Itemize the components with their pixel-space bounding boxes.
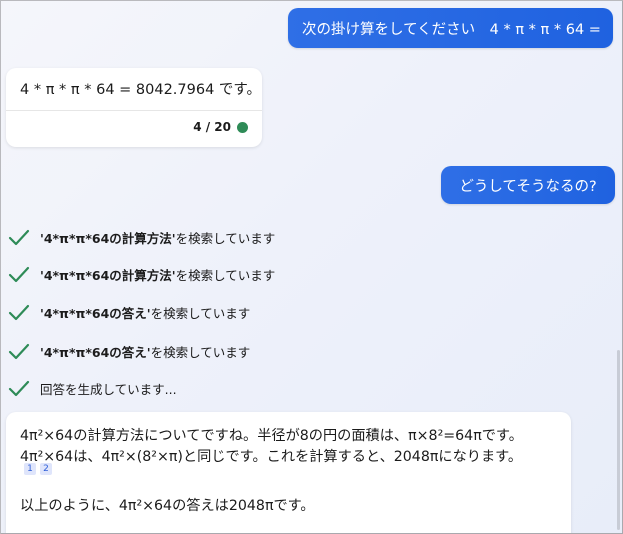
check-icon xyxy=(8,229,30,246)
bot-message: 4 * π * π * 64 = 8042.7964 です。 4 / 20 xyxy=(6,68,262,147)
user-message: 次の掛け算をしてください 4 * π * π * 64 = xyxy=(288,8,613,48)
check-icon xyxy=(8,304,30,321)
bot-message-text: 4 * π * π * 64 = 8042.7964 です。 xyxy=(20,82,261,98)
user-message-text: 次の掛け算をしてください 4 * π * π * 64 = xyxy=(302,21,601,38)
search-query: '4*π*π*64の計算方法' xyxy=(40,230,176,246)
step-text: を検索しています xyxy=(175,267,276,283)
check-icon xyxy=(8,343,30,360)
step-text: を検索しています xyxy=(175,230,276,246)
check-icon xyxy=(8,380,30,397)
status-dot-icon xyxy=(237,121,248,133)
turn-counter-text: 4 / 20 xyxy=(193,120,231,134)
search-query: '4*π*π*64の答え' xyxy=(40,305,151,321)
answer-line: 4π²×64は、4π²×(8²×π)と同じです。これを計算すると、2048πにな… xyxy=(20,449,523,465)
citation-badge[interactable]: 2 xyxy=(40,463,52,475)
progress-step-generating: 回答を生成しています... xyxy=(8,377,177,399)
progress-step-search: '4*π*π*64の計算方法' を検索しています xyxy=(8,263,275,285)
progress-step-search: '4*π*π*64の答え' を検索しています xyxy=(8,301,250,323)
step-text: を検索しています xyxy=(150,305,251,321)
search-query: '4*π*π*64の計算方法' xyxy=(40,267,176,283)
scrollbar-thumb[interactable] xyxy=(617,350,620,530)
step-text: 回答を生成しています... xyxy=(40,381,177,397)
user-message: どうしてそうなるの? xyxy=(441,166,615,204)
step-text: を検索しています xyxy=(150,344,251,360)
answer-line: 以上のように、4π²×64の答えは2048πです。 xyxy=(20,498,315,514)
answer-line: 4π²×64の計算方法についてですね。半径が8の円の面積は、π×8²=64πです… xyxy=(20,428,523,444)
search-query: '4*π*π*64の答え' xyxy=(40,344,151,360)
turn-counter: 4 / 20 xyxy=(193,120,248,134)
progress-step-search: '4*π*π*64の計算方法' を検索しています xyxy=(8,226,275,248)
citation-badge[interactable]: 1 xyxy=(24,463,36,475)
progress-step-search: '4*π*π*64の答え' を検索しています xyxy=(8,340,250,362)
check-icon xyxy=(8,266,30,283)
divider xyxy=(6,110,262,111)
bot-message: 4π²×64の計算方法についてですね。半径が8の円の面積は、π×8²=64πです… xyxy=(6,412,571,534)
user-message-text: どうしてそうなるの? xyxy=(459,178,597,195)
